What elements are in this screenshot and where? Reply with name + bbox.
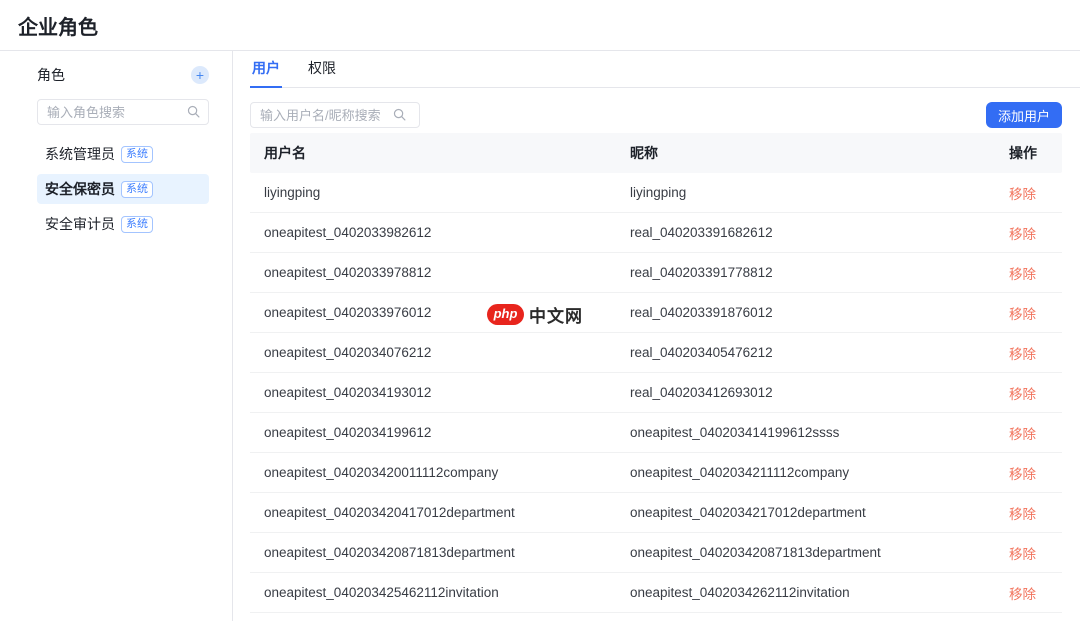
remove-link[interactable]: 移除 bbox=[1009, 267, 1036, 282]
remove-link[interactable]: 移除 bbox=[1009, 227, 1036, 242]
remove-link[interactable]: 移除 bbox=[1009, 187, 1036, 202]
cell-action: 移除 bbox=[995, 423, 1062, 443]
user-toolbar: 添加用户 bbox=[250, 102, 1062, 128]
tab-users[interactable]: 用户 bbox=[250, 51, 282, 88]
cell-username: liyingping bbox=[250, 185, 616, 200]
cell-action: 移除 bbox=[995, 383, 1062, 403]
user-search-box bbox=[250, 102, 420, 128]
cell-username: oneapitest_0402034199612 bbox=[250, 425, 616, 440]
role-search-input[interactable] bbox=[37, 99, 209, 125]
role-item[interactable]: 安全保密员系统 bbox=[37, 174, 209, 204]
cell-username: oneapitest_0402034076212 bbox=[250, 345, 616, 360]
table-row: oneapitest_0402033982612real_04020339168… bbox=[250, 213, 1062, 253]
cell-action: 移除 bbox=[995, 343, 1062, 363]
remove-link[interactable]: 移除 bbox=[1009, 507, 1036, 522]
search-icon bbox=[393, 108, 406, 121]
table-row: oneapitest_0402034199612oneapitest_04020… bbox=[250, 413, 1062, 453]
cell-nickname: oneapitest_0402034262112invitation bbox=[616, 585, 995, 600]
table-row: liyingpingliyingping 移除 bbox=[250, 173, 1062, 213]
cell-username: oneapitest_040203425462112invitation bbox=[250, 585, 616, 600]
role-item[interactable]: 系统管理员系统 bbox=[37, 139, 209, 169]
tabs-bar: 用户权限 bbox=[250, 51, 1080, 88]
table-body: liyingpingliyingping移除oneapitest_0402033… bbox=[250, 173, 1062, 613]
role-search-box bbox=[37, 99, 209, 125]
role-type-badge: 系统 bbox=[121, 146, 153, 163]
role-sidebar: 角色 + 系统管理员系统安全保密员系统安全审计员系统 bbox=[37, 51, 209, 244]
role-name: 系统管理员 bbox=[45, 144, 115, 164]
php-logo-ellipse: php bbox=[487, 304, 524, 325]
remove-link[interactable]: 移除 bbox=[1009, 547, 1036, 562]
cell-nickname: real_040203405476212 bbox=[616, 345, 995, 360]
cell-action: 移除 bbox=[995, 303, 1062, 323]
cell-action: 移除 bbox=[995, 503, 1062, 523]
cell-action: 移除 bbox=[995, 223, 1062, 243]
add-role-button[interactable]: + bbox=[191, 66, 209, 84]
cell-nickname: real_040203391778812 bbox=[616, 265, 995, 280]
role-name: 安全审计员 bbox=[45, 214, 115, 234]
cell-username: oneapitest_0402033978812 bbox=[250, 265, 616, 280]
table-row: oneapitest_0402033976012real_04020339187… bbox=[250, 293, 1062, 333]
remove-link[interactable]: 移除 bbox=[1009, 387, 1036, 402]
cell-username: oneapitest_040203420011112company bbox=[250, 465, 616, 480]
remove-link[interactable]: 移除 bbox=[1009, 427, 1036, 442]
cell-nickname: oneapitest_040203420871813department bbox=[616, 545, 995, 560]
table-row: oneapitest_040203425462112invitationonea… bbox=[250, 573, 1062, 613]
php-watermark-logo: php中文网 bbox=[487, 302, 583, 327]
remove-link[interactable]: 移除 bbox=[1009, 467, 1036, 482]
cell-action: 移除 bbox=[995, 543, 1062, 563]
cell-nickname: real_040203391876012 bbox=[616, 305, 995, 320]
cell-nickname: liyingping bbox=[616, 185, 995, 200]
cell-username: oneapitest_0402033982612 bbox=[250, 225, 616, 240]
remove-link[interactable]: 移除 bbox=[1009, 587, 1036, 602]
cell-username: oneapitest_040203420871813department bbox=[250, 545, 616, 560]
cell-nickname: oneapitest_0402034211112company bbox=[616, 465, 995, 480]
role-name: 安全保密员 bbox=[45, 179, 115, 199]
cell-nickname: real_040203412693012 bbox=[616, 385, 995, 400]
cell-action: 移除 bbox=[995, 183, 1062, 203]
role-type-badge: 系统 bbox=[121, 181, 153, 198]
table-row: oneapitest_040203420871813departmentonea… bbox=[250, 533, 1062, 573]
page-title: 企业角色 bbox=[18, 11, 98, 40]
table-row: oneapitest_0402033978812real_04020339177… bbox=[250, 253, 1062, 293]
cell-username: oneapitest_0402034193012 bbox=[250, 385, 616, 400]
col-header-nickname: 昵称 bbox=[616, 143, 995, 163]
cell-action: 移除 bbox=[995, 583, 1062, 603]
col-header-username: 用户名 bbox=[250, 143, 616, 163]
col-header-action: 操作 bbox=[995, 143, 1062, 163]
cell-nickname: oneapitest_0402034217012department bbox=[616, 505, 995, 520]
sidebar-divider bbox=[232, 51, 233, 621]
table-row: oneapitest_040203420417012departmentonea… bbox=[250, 493, 1062, 533]
remove-link[interactable]: 移除 bbox=[1009, 307, 1036, 322]
role-item[interactable]: 安全审计员系统 bbox=[37, 209, 209, 239]
table-row: oneapitest_0402034193012real_04020341269… bbox=[250, 373, 1062, 413]
role-list: 系统管理员系统安全保密员系统安全审计员系统 bbox=[37, 139, 209, 239]
sidebar-title: 角色 bbox=[37, 65, 65, 85]
user-table: 用户名 昵称 操作 liyingpingliyingping移除oneapite… bbox=[250, 133, 1062, 613]
table-row: oneapitest_0402034076212real_04020340547… bbox=[250, 333, 1062, 373]
table-header: 用户名 昵称 操作 bbox=[250, 133, 1062, 173]
cell-nickname: real_040203391682612 bbox=[616, 225, 995, 240]
cell-nickname: oneapitest_040203414199612ssss bbox=[616, 425, 995, 440]
table-row: oneapitest_040203420011112companyoneapit… bbox=[250, 453, 1062, 493]
search-icon bbox=[187, 105, 200, 118]
remove-link[interactable]: 移除 bbox=[1009, 347, 1036, 362]
role-type-badge: 系统 bbox=[121, 216, 153, 233]
cell-action: 移除 bbox=[995, 463, 1062, 483]
cell-username: oneapitest_040203420417012department bbox=[250, 505, 616, 520]
tab-permissions[interactable]: 权限 bbox=[306, 51, 338, 88]
php-logo-text: 中文网 bbox=[529, 302, 583, 327]
add-user-button[interactable]: 添加用户 bbox=[986, 102, 1062, 128]
cell-action: 移除 bbox=[995, 263, 1062, 283]
